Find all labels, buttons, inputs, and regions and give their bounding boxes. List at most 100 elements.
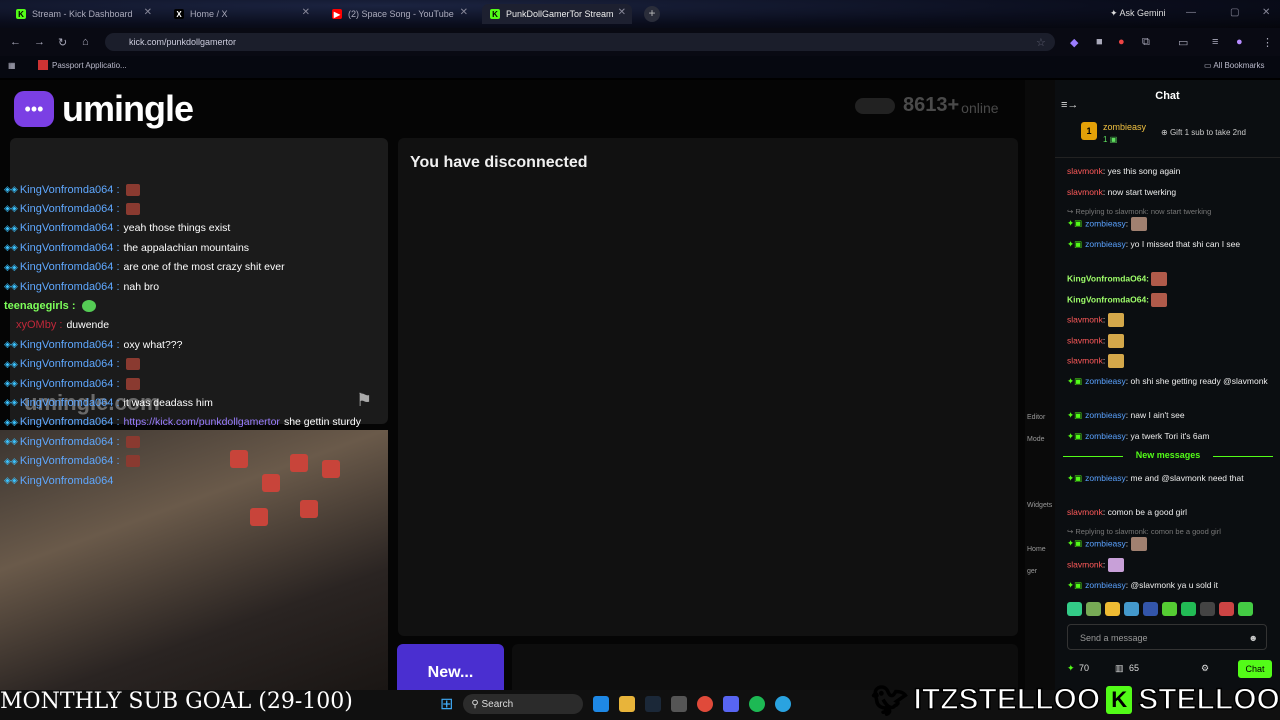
wall-poster bbox=[250, 508, 268, 526]
emote-icon[interactable] bbox=[1200, 602, 1215, 616]
sub-badge-icon: ◈◈ bbox=[4, 378, 18, 388]
top-gifter-name[interactable]: zombieasy bbox=[1103, 122, 1146, 132]
settings-icon[interactable] bbox=[671, 696, 688, 712]
sub-badge-icon: ◈◈ bbox=[4, 242, 18, 253]
reload-icon[interactable]: ↻ bbox=[58, 36, 67, 49]
menu-dots-icon[interactable]: ⋮ bbox=[1262, 36, 1273, 49]
online-toggle[interactable] bbox=[855, 97, 895, 114]
emote-icon bbox=[125, 183, 140, 196]
all-bookmarks[interactable]: ▭ All Bookmarks bbox=[1204, 61, 1264, 70]
discord-icon[interactable] bbox=[723, 696, 740, 712]
windows-start-icon[interactable]: ⊞ bbox=[440, 694, 453, 714]
close-tab-icon[interactable]: ✕ bbox=[144, 7, 152, 18]
side-strip-label[interactable]: Editor bbox=[1027, 414, 1045, 421]
taskbar-search[interactable]: ⚲ Search bbox=[463, 694, 584, 714]
close-tab-icon[interactable]: ✕ bbox=[618, 7, 626, 18]
emote-icon[interactable] bbox=[1181, 602, 1196, 616]
kick-logo-icon: K bbox=[1106, 686, 1133, 714]
overlay-chat-row: xyOMby : duwende bbox=[0, 316, 109, 335]
back-icon[interactable]: ← bbox=[10, 36, 21, 48]
file-explorer-icon[interactable] bbox=[619, 696, 636, 712]
chat-message: KingVonfromdaO64: bbox=[1067, 293, 1272, 307]
umingle-logo[interactable]: ••• umingle bbox=[14, 88, 194, 130]
side-strip-label[interactable]: Home bbox=[1027, 546, 1046, 553]
chat-settings-icon[interactable]: ⚙ bbox=[1201, 663, 1209, 674]
sub-badge-icon: ◈◈ bbox=[4, 339, 18, 350]
emote-icon[interactable] bbox=[1162, 602, 1177, 616]
spotify-icon[interactable] bbox=[749, 696, 766, 712]
telegram-icon[interactable] bbox=[775, 696, 792, 712]
viewers-value: 65 bbox=[1129, 663, 1140, 673]
overlay-chat-user: KingVonfromda064 : bbox=[19, 202, 120, 215]
emote-icon bbox=[125, 377, 140, 390]
new-tab-button[interactable]: + bbox=[644, 6, 660, 22]
chat-message: ✦▣ zombieasy: bbox=[1067, 217, 1272, 231]
profile-avatar[interactable]: ● bbox=[1236, 36, 1243, 48]
steam-icon[interactable] bbox=[645, 696, 662, 712]
youtube-icon: ▶ bbox=[332, 9, 342, 19]
extension-icon[interactable]: ■ bbox=[1096, 36, 1103, 48]
close-tab-icon[interactable]: ✕ bbox=[302, 7, 310, 18]
browser-tab[interactable]: ▶ (2) Space Song - YouTube ✕ bbox=[324, 4, 474, 24]
emote-icon[interactable] bbox=[1124, 602, 1139, 616]
send-message-placeholder: Send a message bbox=[1080, 633, 1148, 643]
edge-icon[interactable] bbox=[593, 696, 610, 712]
chat-message: ✦▣ zombieasy: naw I ain't see bbox=[1067, 410, 1185, 420]
report-flag-icon[interactable]: ⚑ bbox=[356, 390, 372, 411]
maximize-icon[interactable]: ▢ bbox=[1230, 7, 1239, 18]
gift-icon: ▣ bbox=[1109, 135, 1118, 144]
search-label: Search bbox=[481, 698, 514, 710]
extension-icon[interactable]: ◆ bbox=[1070, 36, 1078, 49]
extensions-puzzle-icon[interactable]: ⧉ bbox=[1142, 36, 1150, 49]
chat-message: ✦▣ zombieasy: yo I missed that shi can I … bbox=[1067, 239, 1241, 249]
url-input[interactable]: kick.com/punkdollgamertor bbox=[105, 33, 1055, 51]
side-strip-label[interactable]: ger bbox=[1027, 568, 1037, 575]
chat-message: slavmonk: bbox=[1067, 354, 1272, 368]
forward-icon[interactable]: → bbox=[34, 36, 45, 48]
bookmark-passport[interactable]: Passport Applicatio... bbox=[38, 60, 127, 70]
ask-gemini-label: Ask Gemini bbox=[1119, 8, 1166, 18]
chat-message: KingVonfromdaO64: bbox=[1067, 272, 1272, 286]
emote-icon[interactable] bbox=[1105, 602, 1120, 616]
browser-tab[interactable]: X Home / X ✕ bbox=[166, 4, 316, 24]
chat-message: ✦▣ zombieasy: ya twerk Tori it's 6am bbox=[1067, 431, 1210, 441]
close-window-icon[interactable]: ✕ bbox=[1262, 7, 1270, 18]
chrome-icon[interactable] bbox=[697, 696, 714, 712]
close-tab-icon[interactable]: ✕ bbox=[460, 7, 468, 18]
overlay-chat-user: xyOMby : bbox=[16, 319, 63, 332]
send-message-input[interactable]: Send a message ☻ bbox=[1067, 624, 1267, 650]
ask-gemini-button[interactable]: ✦ Ask Gemini bbox=[1110, 8, 1166, 19]
overlay-chat-row: ◈◈ KingVonfromda064 : bbox=[0, 452, 140, 471]
points-icon[interactable]: ✦ bbox=[1067, 663, 1075, 674]
emote-icon[interactable] bbox=[1086, 602, 1101, 616]
side-strip-label[interactable]: Mode bbox=[1027, 436, 1045, 443]
overlay-chat-user: KingVonfromda064 : bbox=[19, 455, 120, 468]
cast-icon[interactable]: ▭ bbox=[1178, 36, 1188, 49]
emote-icon[interactable] bbox=[1238, 602, 1253, 616]
new-chat-button[interactable]: New... bbox=[397, 644, 504, 690]
emote-icon[interactable] bbox=[1143, 602, 1158, 616]
side-strip-label[interactable]: Widgets bbox=[1027, 502, 1052, 509]
downloads-icon[interactable]: ≡ bbox=[1212, 36, 1218, 48]
browser-tab[interactable]: K PunkDollGamerTor Stream ✕ bbox=[482, 4, 632, 24]
emote-icon[interactable] bbox=[1219, 602, 1234, 616]
overlay-chat-row: ◈◈ KingVonfromda064 : nah bro bbox=[0, 277, 159, 296]
emote-icon[interactable] bbox=[1067, 602, 1082, 616]
minimize-icon[interactable]: — bbox=[1186, 7, 1196, 18]
overlay-chat-row: ◈◈ KingVonfromda064 : it was deadass him bbox=[0, 393, 213, 412]
sub-badge-icon: ◈◈ bbox=[4, 184, 18, 194]
tab-title: (2) Space Song - YouTube bbox=[348, 9, 454, 19]
chat-message: slavmonk: bbox=[1067, 313, 1272, 327]
new-messages-divider[interactable]: New messages bbox=[1063, 450, 1273, 460]
kick-icon: K bbox=[16, 9, 26, 19]
chat-message: slavmonk: yes this song again bbox=[1067, 166, 1181, 176]
send-chat-button[interactable]: Chat bbox=[1238, 660, 1272, 678]
apps-grid-icon[interactable]: ▦ bbox=[8, 61, 16, 70]
browser-tab[interactable]: K Stream - Kick Dashboard ✕ bbox=[8, 4, 158, 24]
gift-sub-prompt[interactable]: ⊕ Gift 1 sub to take 2nd bbox=[1161, 128, 1246, 137]
emoji-picker-icon[interactable]: ☻ bbox=[1249, 625, 1258, 651]
home-icon[interactable]: ⌂ bbox=[82, 36, 89, 48]
chat-message: slavmonk: bbox=[1067, 558, 1272, 572]
extension-icon[interactable]: ● bbox=[1118, 36, 1125, 48]
logo-text: umingle bbox=[62, 88, 194, 129]
